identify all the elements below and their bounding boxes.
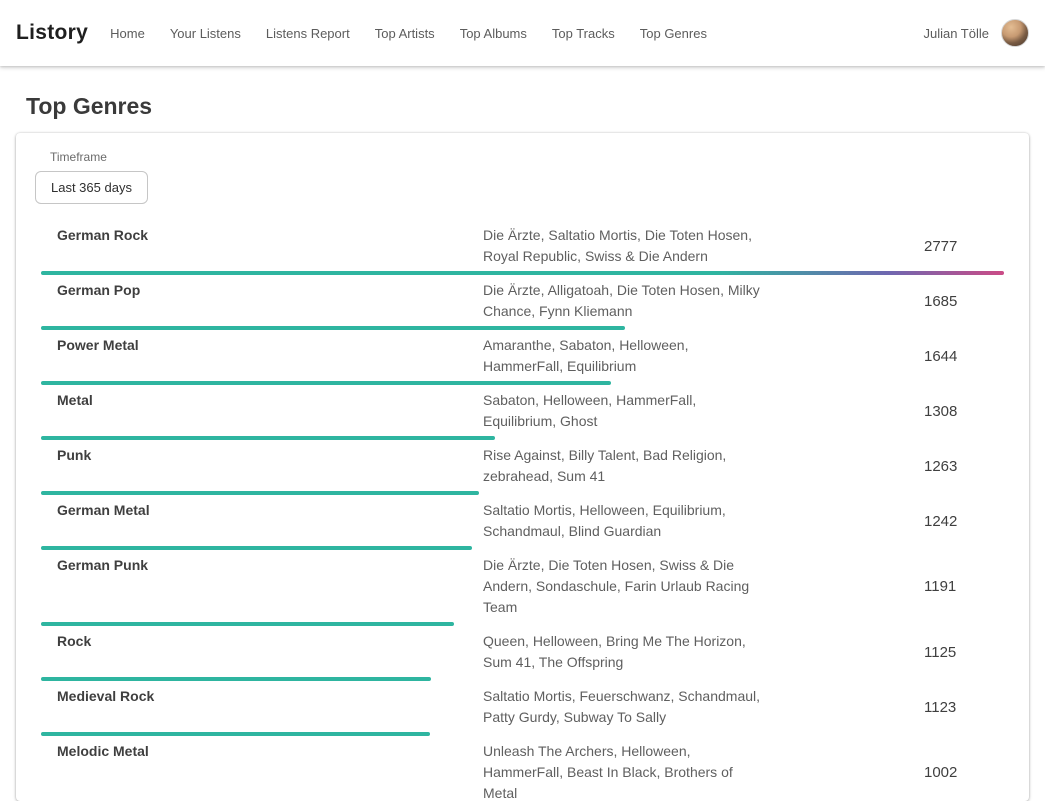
genre-count: 1242 [924,511,1004,532]
genre-count: 1002 [924,762,1004,783]
nav-item-top-artists[interactable]: Top Artists [375,26,435,41]
genre-name: Melodic Metal [41,741,483,801]
genre-artists: Die Ärzte, Die Toten Hosen, Swiss & Die … [483,555,768,618]
timeframe-label: Timeframe [50,150,1004,164]
genre-name: Rock [41,631,483,673]
genre-row: Power Metal Amaranthe, Sabaton, Hellowee… [41,330,1004,385]
nav-item-home[interactable]: Home [110,26,145,41]
genre-count: 1123 [924,697,1004,718]
genre-artists: Unleash The Archers, Helloween, HammerFa… [483,741,768,801]
brand-logo[interactable]: Listory [16,21,88,45]
genre-bar [41,546,472,550]
genre-count: 1125 [924,642,1004,663]
genre-bar [41,436,495,440]
genre-row: Medieval Rock Saltatio Mortis, Feuerschw… [41,681,1004,736]
genre-bar [41,677,431,681]
top-genres-card: Timeframe Last 365 days German Rock Die … [16,133,1029,801]
genre-name: Medieval Rock [41,686,483,728]
genre-bar [41,271,1004,275]
genre-row: Metal Sabaton, Helloween, HammerFall, Eq… [41,385,1004,440]
genre-count: 1644 [924,346,1004,367]
top-navbar: Listory Home Your Listens Listens Report… [0,0,1045,66]
genre-table: German Rock Die Ärzte, Saltatio Mortis, … [41,220,1004,801]
genre-bar-track [41,732,1004,736]
genre-artists: Saltatio Mortis, Feuerschwanz, Schandmau… [483,686,768,728]
genre-bar-track [41,326,1004,330]
genre-artists: Die Ärzte, Saltatio Mortis, Die Toten Ho… [483,225,768,267]
genre-count: 2777 [924,236,1004,257]
genre-count: 1308 [924,401,1004,422]
genre-artists: Queen, Helloween, Bring Me The Horizon, … [483,631,768,673]
genre-count: 1263 [924,456,1004,477]
genre-bar-track [41,271,1004,275]
genre-bar-track [41,436,1004,440]
genre-bar-track [41,677,1004,681]
genre-bar-track [41,381,1004,385]
nav-item-top-tracks[interactable]: Top Tracks [552,26,615,41]
genre-name: German Pop [41,280,483,322]
nav-item-listens-report[interactable]: Listens Report [266,26,350,41]
genre-row: German Metal Saltatio Mortis, Helloween,… [41,495,1004,550]
genre-count: 1685 [924,291,1004,312]
genre-row: German Punk Die Ärzte, Die Toten Hosen, … [41,550,1004,626]
genre-artists: Die Ärzte, Alligatoah, Die Toten Hosen, … [483,280,768,322]
genre-bar [41,491,479,495]
genre-bar [41,622,454,626]
genre-bar [41,381,611,385]
genre-bar [41,732,430,736]
genre-row: Rock Queen, Helloween, Bring Me The Hori… [41,626,1004,681]
genre-name: German Rock [41,225,483,267]
genre-bar-track [41,622,1004,626]
genre-artists: Amaranthe, Sabaton, Helloween, HammerFal… [483,335,768,377]
genre-bar-track [41,491,1004,495]
nav-links: Home Your Listens Listens Report Top Art… [110,26,707,41]
nav-item-your-listens[interactable]: Your Listens [170,26,241,41]
timeframe-select[interactable]: Last 365 days [35,171,148,204]
genre-row: Punk Rise Against, Billy Talent, Bad Rel… [41,440,1004,495]
timeframe-filter: Timeframe Last 365 days [35,150,1004,204]
genre-row: German Pop Die Ärzte, Alligatoah, Die To… [41,275,1004,330]
genre-name: Punk [41,445,483,487]
nav-item-top-genres[interactable]: Top Genres [640,26,707,41]
genre-bar [41,326,625,330]
genre-name: German Punk [41,555,483,618]
nav-item-top-albums[interactable]: Top Albums [460,26,527,41]
genre-name: Power Metal [41,335,483,377]
genre-bar-track [41,546,1004,550]
genre-count: 1191 [924,576,1004,597]
genre-artists: Rise Against, Billy Talent, Bad Religion… [483,445,768,487]
user-avatar[interactable] [1001,19,1029,47]
genre-row: Melodic Metal Unleash The Archers, Hello… [41,736,1004,801]
genre-name: Metal [41,390,483,432]
user-name: Julian Tölle [923,26,989,41]
page-title: Top Genres [26,93,1045,120]
genre-artists: Sabaton, Helloween, HammerFall, Equilibr… [483,390,768,432]
genre-row: German Rock Die Ärzte, Saltatio Mortis, … [41,220,1004,275]
genre-artists: Saltatio Mortis, Helloween, Equilibrium,… [483,500,768,542]
user-menu[interactable]: Julian Tölle [923,19,1029,47]
genre-name: German Metal [41,500,483,542]
